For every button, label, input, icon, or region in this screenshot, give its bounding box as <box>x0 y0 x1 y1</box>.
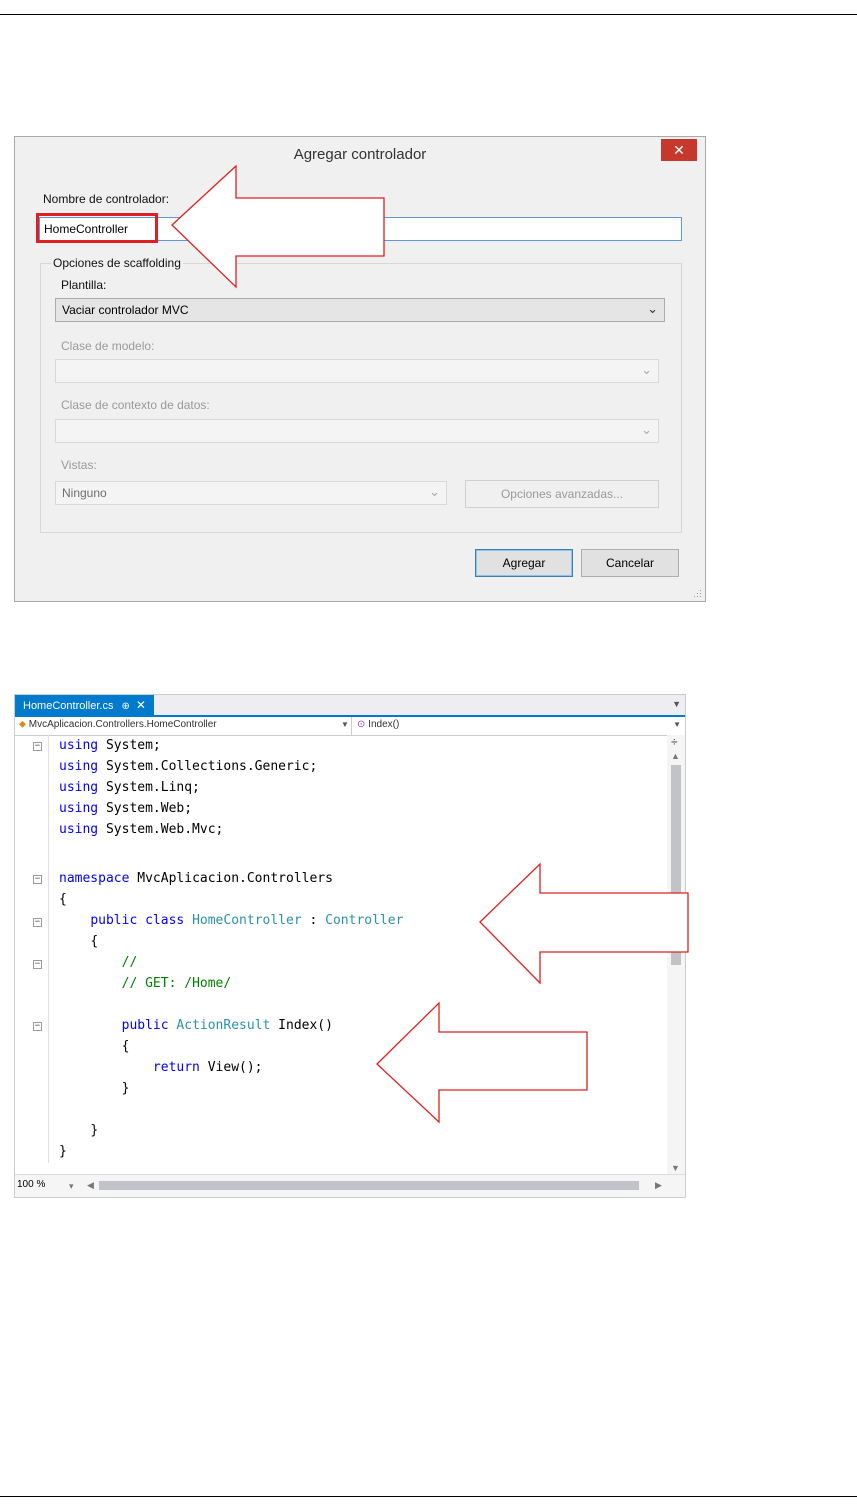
close-icon: ✕ <box>673 142 685 158</box>
page-bottom-rule <box>0 1496 857 1497</box>
code-line: using System.Collections.Generic; <box>59 759 318 774</box>
editor-statusbar: 100 % ▾ ◀ ▶ <box>15 1174 685 1197</box>
close-button[interactable]: ✕ <box>661 139 697 161</box>
pin-icon[interactable]: ⊕ <box>121 701 129 712</box>
code-line: using System.Web.Mvc; <box>59 822 224 837</box>
template-select-value: Vaciar controlador MVC <box>62 303 189 317</box>
close-icon[interactable]: ✕ <box>136 698 146 712</box>
code-line: return View(); <box>152 1060 263 1075</box>
code-line: { <box>90 934 99 949</box>
template-label: Plantilla: <box>61 278 107 292</box>
dialog-title: Agregar controlador <box>293 146 427 163</box>
class-dropdown-value: MvcAplicacion.Controllers.HomeController <box>28 719 217 730</box>
code-line: public ActionResult Index() <box>121 1018 333 1033</box>
tab-homecontroller[interactable]: HomeController.cs ⊕ ✕ <box>15 695 154 715</box>
class-icon: ⬥ <box>19 719 26 730</box>
model-class-label: Clase de modelo: <box>61 339 155 353</box>
add-button[interactable]: Agregar <box>475 549 573 577</box>
data-context-label: Clase de contexto de datos: <box>61 398 210 412</box>
vertical-scrollbar[interactable]: ÷ ▲ ▼ <box>667 735 685 1175</box>
name-highlight-box <box>36 213 158 243</box>
views-select[interactable]: Ninguno ⌄ <box>55 481 447 505</box>
horizontal-scroll-thumb[interactable] <box>99 1181 639 1190</box>
outline-margin <box>48 735 49 1163</box>
code-line: using System; <box>59 738 161 753</box>
template-select[interactable]: Vaciar controlador MVC ⌄ <box>55 298 665 322</box>
class-dropdown[interactable]: ⬥ MvcAplicacion.Controllers.HomeControll… <box>19 719 349 730</box>
fold-toggle-icon[interactable]: − <box>33 918 42 927</box>
chevron-down-icon: ▼ <box>673 720 681 729</box>
scroll-right-icon[interactable]: ▶ <box>655 1180 662 1191</box>
resize-grip-icon[interactable] <box>693 589 702 598</box>
vertical-scroll-thumb[interactable] <box>671 765 681 965</box>
code-comment: // GET: /Home/ <box>121 976 232 991</box>
navigation-bar: ⬥ MvcAplicacion.Controllers.HomeControll… <box>15 717 685 736</box>
zoom-level[interactable]: 100 % <box>17 1179 45 1190</box>
code-line: using System.Web; <box>59 801 193 816</box>
fold-toggle-icon[interactable]: − <box>33 960 42 969</box>
add-controller-dialog: Agregar controlador ✕ Nombre de controla… <box>14 136 706 602</box>
fold-toggle-icon[interactable]: − <box>33 742 42 751</box>
code-area[interactable]: − using System; using System.Collections… <box>15 735 669 1175</box>
fold-toggle-icon[interactable]: − <box>33 875 42 884</box>
code-line: public class HomeController : Controller <box>90 913 404 928</box>
views-label: Vistas: <box>61 458 97 472</box>
views-select-value: Ninguno <box>62 486 107 500</box>
code-line: { <box>121 1039 130 1054</box>
chevron-down-icon[interactable]: ▾ <box>69 1181 74 1192</box>
code-line: } <box>59 1144 67 1159</box>
scroll-down-icon[interactable]: ▼ <box>671 1163 680 1173</box>
page-top-rule <box>0 14 857 15</box>
scroll-left-icon[interactable]: ◀ <box>87 1180 94 1191</box>
code-line: } <box>121 1081 130 1096</box>
controller-name-label: Nombre de controlador: <box>43 192 170 206</box>
code-line: using System.Linq; <box>59 780 200 795</box>
split-icon[interactable]: ÷ <box>671 735 678 749</box>
tab-overflow-icon[interactable]: ▼ <box>672 699 681 709</box>
scaffolding-group-title: Opciones de scaffolding <box>51 256 183 270</box>
chevron-down-icon: ⌄ <box>641 362 652 377</box>
tab-label: HomeController.cs <box>23 700 114 712</box>
code-line: { <box>59 892 67 907</box>
cancel-button[interactable]: Cancelar <box>581 549 679 577</box>
code-line: } <box>90 1123 99 1138</box>
member-dropdown-value: Index() <box>368 719 400 730</box>
method-icon: ⊙ <box>357 719 366 730</box>
code-editor: HomeController.cs ⊕ ✕ ▼ ⬥ MvcAplicacion.Co… <box>14 694 686 1198</box>
nav-separator <box>351 717 352 735</box>
model-class-select[interactable]: ⌄ <box>55 359 659 383</box>
scroll-up-icon[interactable]: ▲ <box>671 751 680 761</box>
member-dropdown[interactable]: ⊙ Index() <box>357 719 399 730</box>
chevron-down-icon: ⌄ <box>429 484 440 499</box>
fold-toggle-icon[interactable]: − <box>33 1022 42 1031</box>
chevron-down-icon: ⌄ <box>647 301 658 316</box>
dialog-titlebar: Agregar controlador ✕ <box>15 137 705 173</box>
chevron-down-icon: ▼ <box>341 720 349 729</box>
advanced-options-button[interactable]: Opciones avanzadas... <box>465 480 659 508</box>
data-context-select[interactable]: ⌄ <box>55 419 659 443</box>
code-comment: // <box>121 955 138 970</box>
chevron-down-icon: ⌄ <box>641 422 652 437</box>
code-line: namespace MvcAplicacion.Controllers <box>59 871 333 886</box>
document-tabstrip: HomeController.cs ⊕ ✕ ▼ <box>15 695 685 717</box>
